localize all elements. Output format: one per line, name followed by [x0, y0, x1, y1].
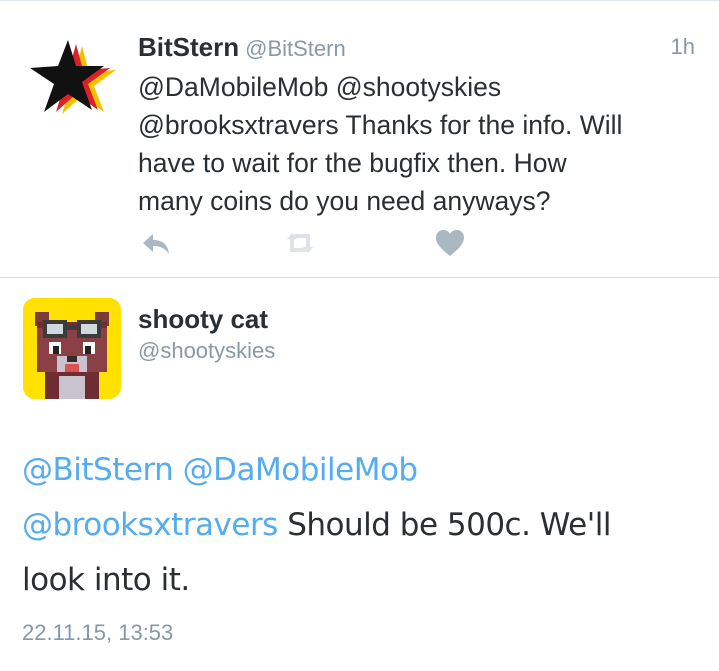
tweet-line: many coins do you need anyways? [138, 186, 551, 216]
like-button[interactable] [434, 228, 466, 258]
username[interactable]: @BitStern [245, 36, 346, 61]
display-name[interactable]: shooty cat [138, 304, 268, 335]
avatar[interactable] [24, 36, 120, 132]
tweet-line: @brooksxtravers Thanks for the info. Wil… [138, 110, 623, 140]
timestamp[interactable]: 1h [671, 34, 695, 60]
tweet-text-segment: Should be 500c. We'll [277, 507, 611, 543]
tweet-text: @BitStern @DaMobileMob @brooksxtravers S… [22, 443, 702, 608]
tweet-divider [0, 277, 719, 278]
display-name[interactable]: BitStern [138, 32, 239, 62]
tweet-date: 22.11.15, 13:53 [22, 620, 174, 645]
mention-link[interactable]: @brooksxtravers [22, 507, 278, 543]
cat-avatar-icon [23, 298, 121, 399]
tweet-bitstern[interactable]: BitStern @BitStern 1h @DaMobileMob @shoot… [0, 10, 719, 277]
tweet-line: @BitStern @DaMobileMob [22, 443, 702, 498]
top-divider [0, 0, 719, 1]
avatar[interactable] [23, 298, 121, 399]
tweet-line: @DaMobileMob @shootyskies [138, 72, 502, 102]
tweet-text: @DaMobileMob @shootyskies @brooksxtraver… [138, 68, 698, 220]
tweet-line: @brooksxtravers Should be 500c. We'll [22, 498, 702, 553]
tweet-header: BitStern @BitStern 1h [138, 32, 695, 62]
tweet-line: look into it. [22, 562, 190, 598]
tweet-actions [138, 228, 478, 258]
tweet-line: have to wait for the bugfix then. How [138, 148, 567, 178]
username[interactable]: @shootyskies [138, 338, 275, 364]
reply-button[interactable] [140, 228, 172, 258]
star-logo-icon [30, 40, 116, 114]
retweet-button[interactable] [284, 228, 316, 258]
heart-icon [436, 230, 464, 256]
mention-link[interactable]: @DaMobileMob [183, 452, 418, 488]
retweet-icon [287, 233, 313, 253]
reply-icon [143, 234, 169, 254]
mention-link[interactable]: @BitStern [22, 452, 174, 488]
